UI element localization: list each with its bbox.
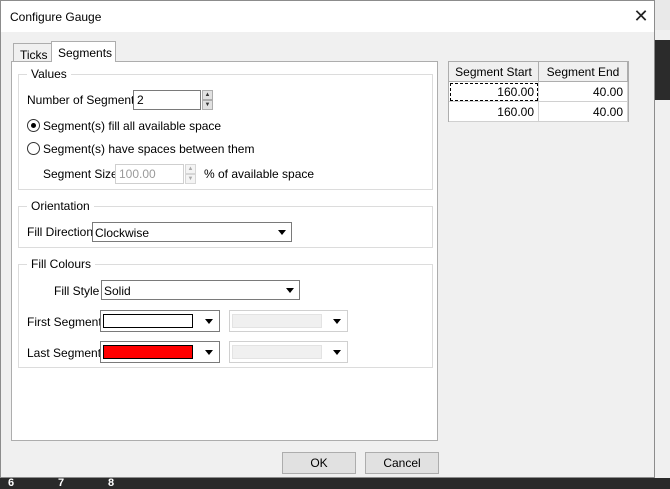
spin-up-icon[interactable]: ▲ [202, 90, 213, 100]
segment-size-input[interactable]: 100.00 [115, 164, 184, 184]
segment-table: Segment Start Segment End 160.00 40.00 1… [448, 61, 629, 122]
tab-ticks[interactable]: Ticks [13, 43, 52, 62]
column-header-segment-start[interactable]: Segment Start [449, 62, 539, 82]
table-cell[interactable]: 40.00 [539, 82, 628, 102]
segment-size-suffix: % of available space [204, 167, 315, 181]
background-number: 7 [58, 477, 65, 489]
close-icon[interactable]: ✕ [631, 7, 651, 27]
first-segment-color-picker[interactable] [100, 310, 220, 332]
fill-direction-label: Fill Direction [27, 225, 94, 239]
orientation-group: Orientation Fill Direction Clockwise [18, 199, 433, 248]
num-segments-value: 2 [137, 93, 144, 107]
spin-up-icon[interactable]: ▲ [185, 164, 196, 174]
values-group: Values Number of Segments 2 ▲ ▼ Segment(… [18, 67, 433, 190]
background-dark-strip [655, 40, 670, 100]
fill-colours-legend: Fill Colours [27, 257, 96, 271]
fill-direction-value: Clockwise [95, 226, 150, 240]
fill-direction-select[interactable]: Clockwise [92, 222, 292, 242]
chevron-down-icon [205, 350, 213, 355]
first-segment-swatch [103, 314, 193, 328]
radio-fill-available-label[interactable]: Segment(s) fill all available space [43, 119, 221, 133]
tab-label: Segments [58, 46, 113, 60]
num-segments-stepper[interactable]: ▲ ▼ [202, 90, 213, 110]
last-segment-label: Last Segment [27, 346, 102, 360]
spin-down-icon[interactable]: ▼ [202, 100, 213, 110]
num-segments-label: Number of Segments [27, 93, 141, 107]
last-segment-color-picker[interactable] [100, 341, 220, 363]
radio-selected-dot [31, 123, 36, 128]
fill-colours-group: Fill Colours Fill Style Solid First Segm… [18, 257, 433, 368]
column-header-segment-end[interactable]: Segment End [539, 62, 628, 82]
disabled-swatch [232, 345, 322, 359]
orientation-legend: Orientation [27, 199, 94, 213]
configure-gauge-dialog: Configure Gauge ✕ Ticks Segments Values … [0, 0, 655, 478]
fill-style-select[interactable]: Solid [101, 280, 300, 300]
radio-spaces-between[interactable] [27, 142, 40, 155]
chevron-down-icon [333, 350, 341, 355]
last-segment-secondary-color-picker[interactable] [229, 341, 348, 363]
fill-style-label: Fill Style [54, 284, 100, 298]
table-cell[interactable]: 40.00 [539, 102, 628, 122]
first-segment-secondary-color-picker[interactable] [229, 310, 348, 332]
first-segment-label: First Segment [27, 315, 102, 329]
dialog-title: Configure Gauge [10, 10, 102, 24]
radio-spaces-between-label[interactable]: Segment(s) have spaces between them [43, 142, 254, 156]
values-legend: Values [27, 67, 71, 81]
background-number: 8 [108, 477, 115, 489]
tab-segments[interactable]: Segments [51, 41, 116, 62]
title-bar[interactable]: Configure Gauge ✕ [1, 1, 654, 32]
disabled-swatch [232, 314, 322, 328]
spin-down-icon[interactable]: ▼ [185, 174, 196, 184]
chevron-down-icon [278, 230, 286, 235]
last-segment-swatch [103, 345, 193, 359]
background-number: 6 [8, 477, 15, 489]
table-cell[interactable]: 160.00 [449, 82, 539, 102]
segment-size-value: 100.00 [119, 167, 156, 181]
background-bottom-bar [0, 478, 670, 489]
cancel-button[interactable]: Cancel [365, 452, 439, 474]
num-segments-input[interactable]: 2 [133, 90, 201, 110]
ok-button[interactable]: OK [282, 452, 356, 474]
chevron-down-icon [286, 288, 294, 293]
fill-style-value: Solid [104, 284, 131, 298]
chevron-down-icon [333, 319, 341, 324]
segment-size-label: Segment Size [43, 167, 118, 181]
tab-label: Ticks [20, 48, 48, 62]
table-cell[interactable]: 160.00 [449, 102, 539, 122]
radio-fill-available[interactable] [27, 119, 40, 132]
segment-size-stepper[interactable]: ▲ ▼ [185, 164, 196, 184]
segments-tab-panel: Values Number of Segments 2 ▲ ▼ Segment(… [11, 61, 438, 441]
chevron-down-icon [205, 319, 213, 324]
